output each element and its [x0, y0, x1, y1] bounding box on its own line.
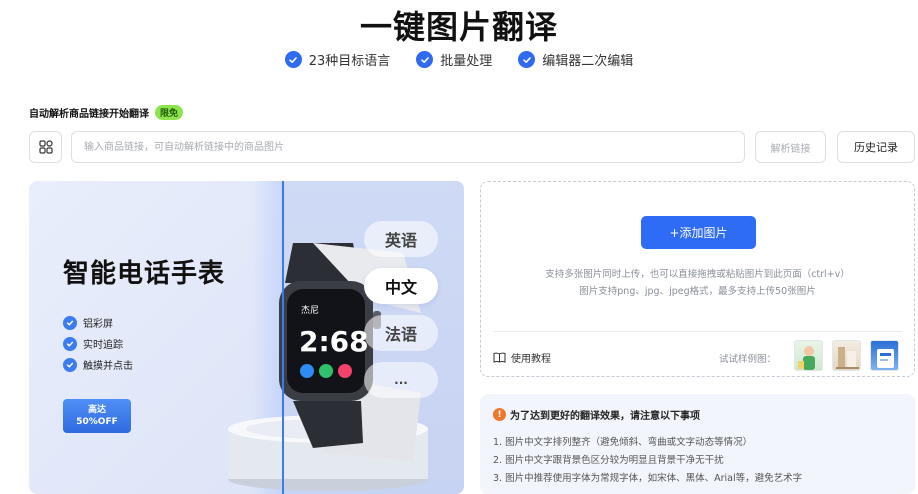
sample-image-1[interactable]: [794, 340, 823, 371]
free-badge: 限免: [155, 105, 184, 120]
check-icon: [284, 51, 302, 68]
feature-label: 编辑器二次编辑: [542, 54, 634, 69]
feature-item: 批量处理: [416, 50, 492, 69]
tip-item: 3. 图片中推荐使用字体为常规字体，如宋体、黑体、Arial等，避免艺术字: [493, 473, 803, 484]
check-icon: [416, 51, 434, 68]
tip-item: 2. 图片中文字跟背景色区分较为明显且背景干净无干扰: [493, 455, 724, 466]
promo-feature-label: 触摸并点击: [83, 361, 133, 372]
watch-name: 杰尼: [301, 304, 319, 316]
lang-pill-english: 英语: [364, 221, 438, 257]
divider: [493, 331, 902, 332]
feature-label: 批量处理: [440, 54, 493, 69]
tips-header: ! 为了达到更好的翻译效果，请注意以下事项: [493, 407, 700, 422]
history-button[interactable]: 历史记录: [837, 131, 915, 163]
tutorial-link[interactable]: 使用教程: [493, 350, 551, 365]
promo-feature: 铝彩屏: [63, 315, 133, 330]
lang-pill-more: ...: [364, 362, 438, 398]
promo-feature: 触摸并点击: [63, 357, 133, 372]
translation-preview: 智能电话手表 铝彩屏 实时追踪 触摸并点击 高达 50%OFF 杰尼 2:68: [29, 181, 464, 494]
try-samples-label: 试试样例图：: [719, 354, 777, 365]
grid-link-icon: [38, 140, 53, 154]
tips-list: 1. 图片中文字排列整齐（避免倾斜、弯曲或文字动态等情况） 2. 图片中文字跟背…: [493, 434, 802, 484]
check-icon: [63, 315, 77, 330]
promo-feature: 实时追踪: [63, 336, 133, 351]
page-title: 一键图片翻译: [359, 8, 558, 46]
upload-format-hint: 图片支持png、jpg、jpeg格式，最多支持上传50张图片: [579, 286, 816, 297]
feature-item: 编辑器二次编辑: [518, 50, 633, 69]
tutorial-label: 使用教程: [511, 354, 551, 365]
promo-feature-label: 铝彩屏: [83, 319, 113, 330]
check-icon: [518, 51, 536, 68]
upload-hint: 支持多张图片同时上传，也可以直接拖拽或粘贴图片到此页面（ctrl+v）: [545, 269, 850, 280]
link-parser-text: 自动解析商品链接开始翻译: [29, 109, 149, 120]
discount-badge: 高达 50%OFF: [63, 399, 131, 433]
promo-feature-label: 实时追踪: [83, 340, 123, 351]
upload-dropzone[interactable]: +添加图片 支持多张图片同时上传，也可以直接拖拽或粘贴图片到此页面（ctrl+v…: [480, 181, 915, 377]
lang-pill-chinese: 中文: [364, 268, 438, 304]
parse-link-button[interactable]: 解析链接: [755, 131, 826, 163]
tip-item: 1. 图片中文字排列整齐（避免倾斜、弯曲或文字动态等情况）: [493, 437, 753, 448]
add-image-button[interactable]: +添加图片: [641, 216, 756, 249]
link-type-button[interactable]: [29, 131, 62, 163]
watch-time: 2:68: [299, 325, 369, 358]
sample-image-3[interactable]: [870, 340, 899, 371]
tips-panel: ! 为了达到更好的翻译效果，请注意以下事项 1. 图片中文字排列整齐（避免倾斜、…: [480, 394, 915, 494]
book-icon: [493, 352, 506, 363]
feature-label: 23种目标语言: [308, 54, 391, 69]
lang-pill-french: 法语: [364, 315, 438, 351]
product-link-input[interactable]: [71, 131, 745, 163]
warning-icon: !: [493, 408, 506, 421]
promo-feature-list: 铝彩屏 实时追踪 触摸并点击: [63, 315, 133, 372]
tips-title: 为了达到更好的翻译效果，请注意以下事项: [510, 411, 700, 422]
check-icon: [63, 336, 77, 351]
link-parser-label: 自动解析商品链接开始翻译 限免: [29, 105, 184, 120]
check-icon: [63, 357, 77, 372]
feature-item: 23种目标语言: [284, 50, 391, 69]
sample-image-2[interactable]: [832, 340, 861, 371]
promo-title: 智能电话手表: [63, 259, 226, 289]
feature-list: 23种目标语言 批量处理 编辑器二次编辑: [0, 50, 918, 69]
compare-slider[interactable]: [282, 181, 284, 494]
